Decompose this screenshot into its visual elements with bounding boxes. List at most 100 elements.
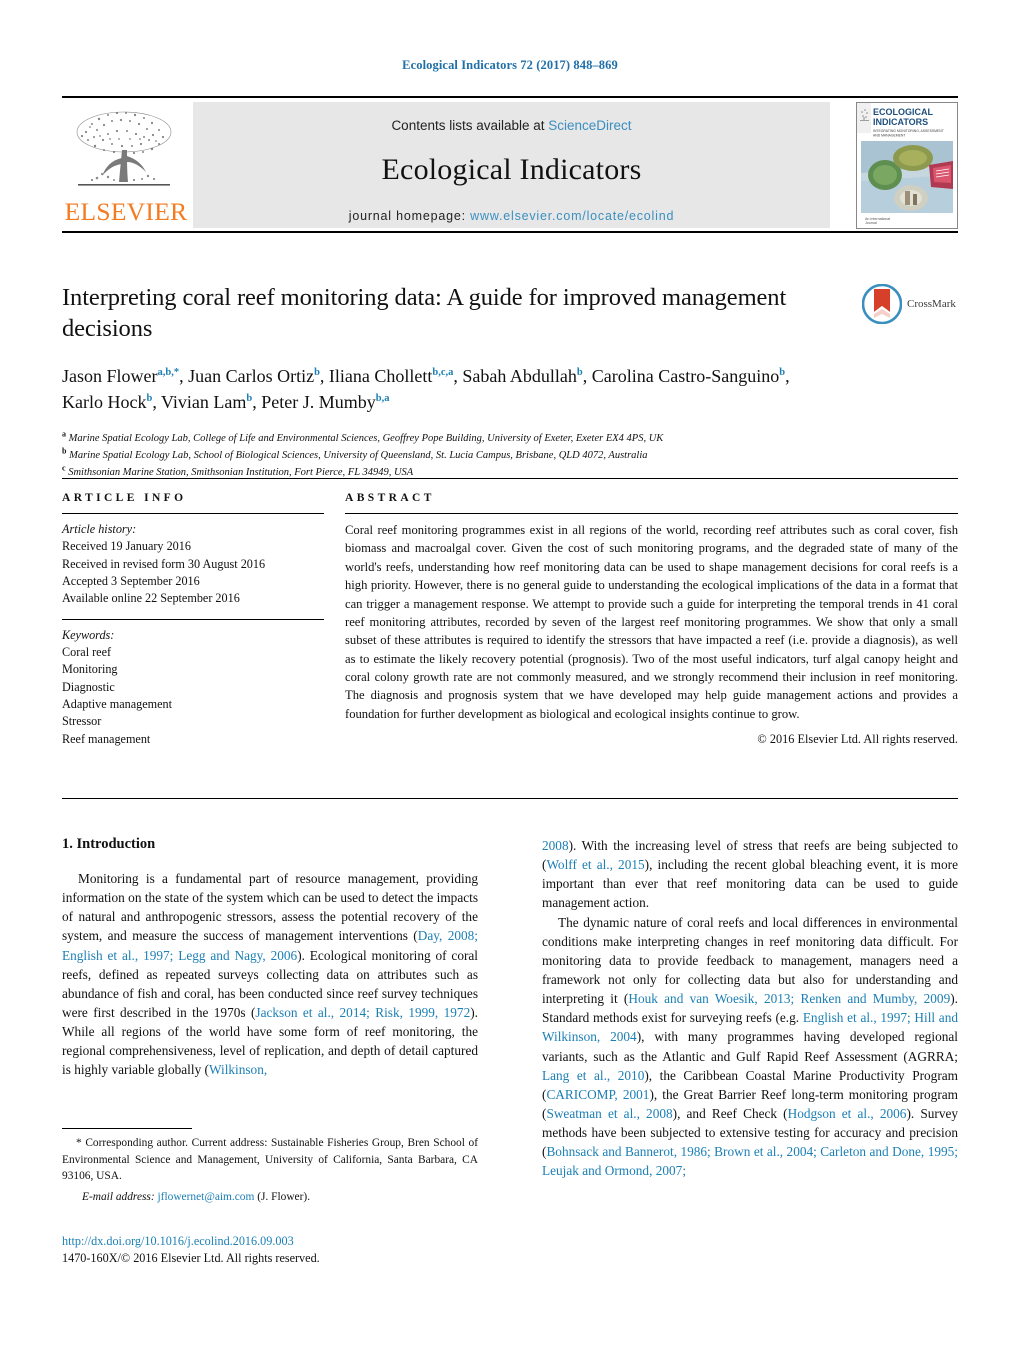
citation-link[interactable]: Hodgson et al., 2006: [788, 1106, 907, 1121]
contents-available-line: Contents lists available at ScienceDirec…: [193, 102, 830, 133]
email-link[interactable]: jflowernet@aim.com: [158, 1191, 255, 1203]
elsevier-logo: ELSEVIER: [64, 106, 188, 226]
author-affiliation-marker: b: [146, 392, 153, 404]
affiliation-marker: b: [62, 446, 67, 456]
email-label: E-mail address:: [82, 1190, 158, 1203]
author-list: Jason Flowera,b,*, Juan Carlos Ortizb, I…: [62, 366, 790, 412]
author-affiliation-marker: a,b,*: [157, 367, 180, 379]
email-note: E-mail address: jflowernet@aim.com (J. F…: [62, 1189, 478, 1206]
article-history-block: Article history: Received 19 January 201…: [62, 521, 324, 608]
homepage-url-link[interactable]: www.elsevier.com/locate/ecolind: [470, 209, 674, 223]
author-name: Jason Flower: [62, 366, 158, 387]
journal-cover-thumbnail: ECOLOGICAL INDICATORS INTEGRATING MONITO…: [856, 102, 958, 229]
article-history-items: Received 19 January 2016 Received in revi…: [62, 538, 324, 607]
body-column-right: 2008). With the increasing level of stre…: [542, 836, 958, 1181]
citation-link[interactable]: Lang et al., 2010: [542, 1068, 644, 1083]
svg-text:ECOLOGICAL: ECOLOGICAL: [873, 107, 934, 117]
crossmark-badge[interactable]: CrossMark: [862, 283, 958, 325]
svg-text:AND MANAGEMENT: AND MANAGEMENT: [873, 134, 905, 138]
abstract-heading: ABSTRACT: [345, 492, 435, 504]
journal-homepage-line: journal homepage: www.elsevier.com/locat…: [193, 209, 830, 223]
running-head: Ecological Indicators 72 (2017) 848–869: [402, 58, 618, 72]
abstract-column: ABSTRACT Coral reef monitoring programme…: [345, 492, 958, 747]
homepage-label: journal homepage:: [348, 209, 471, 223]
citation-link[interactable]: Wilkinson,: [209, 1062, 267, 1077]
author-affiliation-marker: b,c,a: [432, 367, 454, 379]
elsevier-tree-icon: [76, 111, 172, 186]
author-name: Peter J. Mumby: [261, 391, 376, 412]
author-name: Vivian Lam: [161, 391, 247, 412]
text-run: Monitoring is a fundamental part of reso…: [62, 871, 478, 944]
journal-article-page: Ecological Indicators 72 (2017) 848–869: [0, 0, 1020, 1351]
svg-text:INTEGRATING MONITORING, ASSESS: INTEGRATING MONITORING, ASSESSMENT: [873, 129, 944, 133]
sciencedirect-link[interactable]: ScienceDirect: [548, 118, 631, 133]
citation-link[interactable]: Sweatman et al., 2008: [546, 1106, 672, 1121]
citation-link[interactable]: Jackson et al., 2014; Risk, 1999, 1972: [255, 1005, 470, 1020]
author-name: Iliana Chollett: [328, 366, 433, 387]
keyword-item: Reef management: [62, 731, 151, 746]
keywords-block: Keywords: Coral reef Monitoring Diagnostic…: [62, 627, 324, 748]
article-history-item: Available online 22 September 2016: [62, 591, 240, 606]
author-name: Karlo Hock: [62, 391, 147, 412]
keyword-item: Monitoring: [62, 662, 118, 677]
abstract-copyright: © 2016 Elsevier Ltd. All rights reserved…: [757, 732, 958, 747]
email-suffix: (J. Flower).: [254, 1190, 311, 1203]
footnote-rule: [62, 1128, 192, 1129]
article-history-item: Received 19 January 2016: [62, 539, 191, 554]
title-block: Interpreting coral reef monitoring data:…: [62, 282, 822, 481]
citation-link[interactable]: CARICOMP, 2001: [546, 1087, 649, 1102]
article-info-heading: ARTICLE INFO: [62, 492, 187, 504]
left-column-paragraphs: Monitoring is a fundamental part of reso…: [62, 869, 478, 1080]
abstract-text: Coral reef monitoring programmes exist i…: [345, 523, 958, 721]
page-title: Interpreting coral reef monitoring data:…: [62, 284, 787, 343]
contents-prefix: Contents lists available at: [391, 118, 549, 133]
body-column-left: 1. Introduction Monitoring is a fundamen…: [62, 836, 478, 1080]
info-abstract-bottom-rule: [62, 798, 958, 799]
author-affiliation-marker: b: [779, 367, 786, 379]
article-info-column: ARTICLE INFO Article history: Received 1…: [62, 492, 324, 748]
journal-masthead: ELSEVIER Contents lists available at Sci…: [62, 96, 958, 233]
citation-link[interactable]: 2008: [542, 838, 569, 853]
author-affiliation-marker: b,a: [375, 392, 390, 404]
affiliation-marker: a: [62, 429, 66, 439]
author-affiliation-marker: b: [314, 367, 320, 379]
citation-link[interactable]: Wolff et al., 2015: [546, 857, 644, 872]
keywords-rule: [62, 618, 324, 620]
keyword-item: Diagnostic: [62, 679, 115, 694]
article-history-item: Accepted 3 September 2016: [62, 573, 200, 588]
author-affiliation-marker: b: [246, 392, 253, 404]
svg-text:Journal: Journal: [865, 221, 877, 225]
elsevier-wordmark: ELSEVIER: [64, 197, 188, 226]
keywords-items: Coral reef Monitoring Diagnostic Adaptive m…: [62, 644, 324, 748]
affiliation-item: b Marine Spatial Ecology Lab, School of …: [62, 446, 648, 462]
paragraph: Monitoring is a fundamental part of reso…: [62, 869, 478, 1080]
doi-block: http://dx.doi.org/10.1016/j.ecolind.2016…: [62, 1233, 522, 1268]
text-run: ), and Reef Check (: [672, 1105, 788, 1121]
author-affiliation-marker: b: [576, 367, 583, 379]
citation-link[interactable]: Houk and van Woesik, 2013; Renken and Mu…: [628, 991, 950, 1006]
footnote-block: * Corresponding author. Current address:…: [62, 1128, 478, 1205]
affiliation-list: a Marine Spatial Ecology Lab, College of…: [62, 430, 822, 481]
journal-cover-image: ECOLOGICAL INDICATORS INTEGRATING MONITO…: [857, 103, 957, 228]
svg-text:INDICATORS: INDICATORS: [873, 117, 928, 127]
section-heading-introduction: 1. Introduction: [62, 836, 156, 852]
keywords-label: Keywords:: [62, 627, 115, 642]
author-name: Carolina Castro-Sanguino: [591, 366, 780, 387]
journal-title: Ecological Indicators: [381, 153, 642, 186]
article-history-label: Article history:: [62, 522, 137, 536]
affiliation-marker: c: [62, 463, 66, 473]
affiliation-item: a Marine Spatial Ecology Lab, College of…: [62, 429, 664, 445]
author-name: Juan Carlos Ortiz: [188, 366, 315, 387]
crossmark-icon: [862, 284, 902, 324]
keyword-item: Adaptive management: [62, 696, 172, 711]
keyword-item: Stressor: [62, 714, 102, 729]
abstract-rule: [345, 513, 958, 514]
paragraph: 2008). With the increasing level of stre…: [542, 836, 958, 913]
corresponding-author-note: * Corresponding author. Current address:…: [62, 1137, 478, 1183]
doi-link[interactable]: http://dx.doi.org/10.1016/j.ecolind.2016…: [62, 1233, 522, 1250]
citation-link[interactable]: Bohnsack and Bannerot, 1986; Brown et al…: [542, 1144, 958, 1178]
author-name: Sabah Abdullah: [462, 366, 577, 387]
masthead-center-panel: Contents lists available at ScienceDirec…: [193, 102, 830, 228]
keyword-item: Coral reef: [62, 644, 112, 659]
paragraph: The dynamic nature of coral reefs and lo…: [542, 913, 958, 1181]
